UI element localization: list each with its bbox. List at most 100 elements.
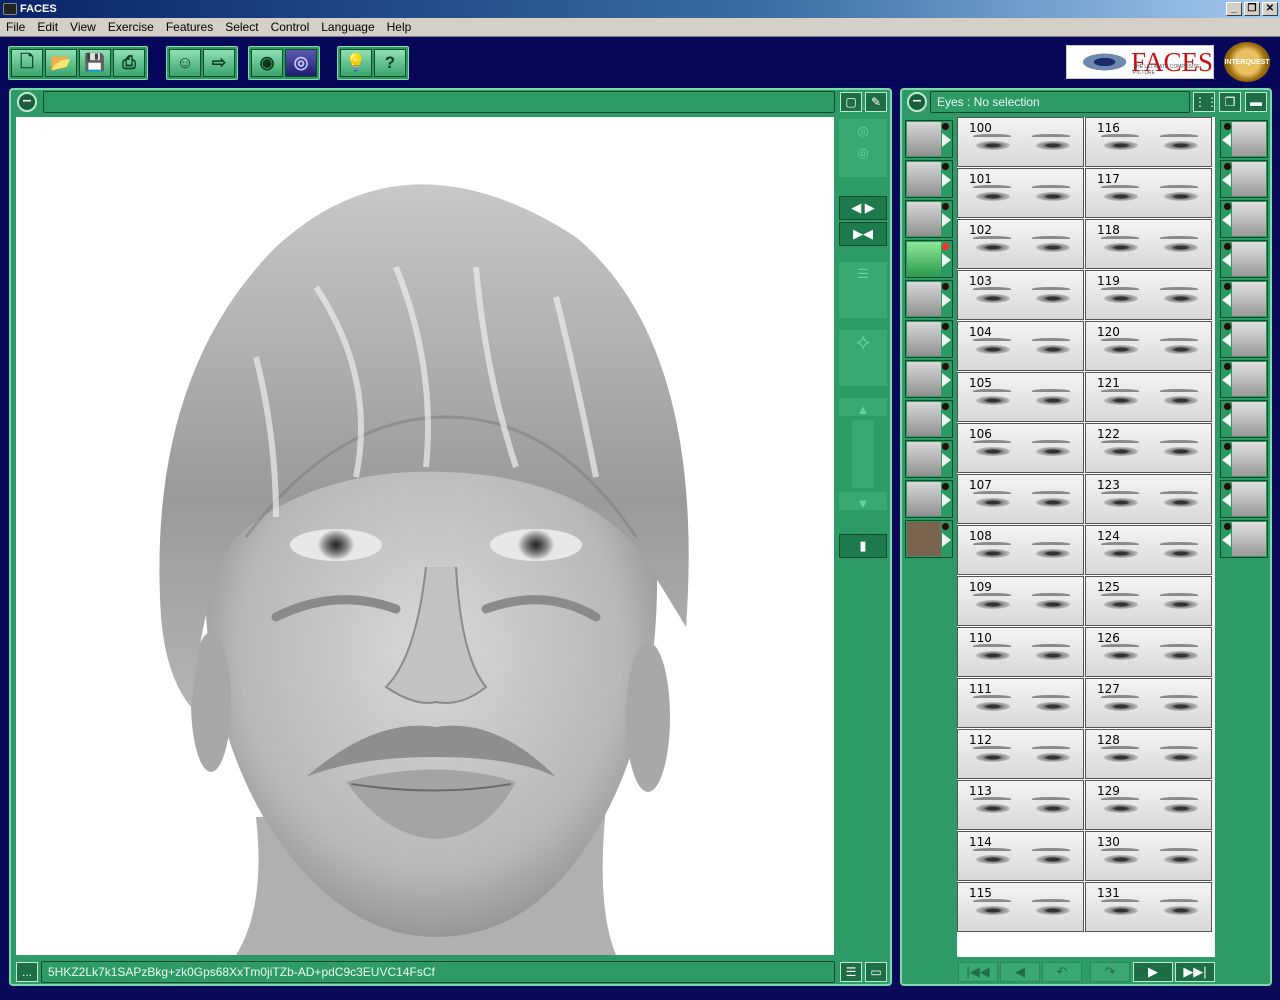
collapse-right-button[interactable]: – xyxy=(907,92,927,112)
more-button[interactable]: ... xyxy=(16,962,38,982)
pen-icon[interactable]: ✎ xyxy=(865,92,887,112)
arrow-left-icon[interactable] xyxy=(1222,493,1231,507)
eye-option-126[interactable]: 126 xyxy=(1085,627,1212,677)
arrow-right-icon[interactable] xyxy=(942,133,951,147)
hair-feature[interactable] xyxy=(905,120,953,158)
eye-option-102[interactable]: 102 xyxy=(957,219,1084,269)
eye-option-123[interactable]: 123 xyxy=(1085,474,1212,524)
glasses-accessory[interactable] xyxy=(1220,360,1268,398)
arrow-left-icon[interactable] xyxy=(1222,293,1231,307)
nose-feature[interactable] xyxy=(905,280,953,318)
face-icon[interactable]: ☺ xyxy=(169,49,201,77)
eye-icon[interactable]: ◉ xyxy=(251,49,283,77)
lips-detail-accessory[interactable] xyxy=(1220,120,1268,158)
eye-option-108[interactable]: 108 xyxy=(957,525,1084,575)
eye-option-122[interactable]: 122 xyxy=(1085,423,1212,473)
tattoo-accessory[interactable] xyxy=(1220,520,1268,558)
list-icon[interactable]: ☰ xyxy=(840,962,862,982)
eye-option-113[interactable]: 113 xyxy=(957,780,1084,830)
collapse-left-button[interactable]: – xyxy=(17,92,37,112)
eyes-feature[interactable] xyxy=(905,240,953,278)
arrow-right-icon[interactable] xyxy=(942,373,951,387)
eye-option-115[interactable]: 115 xyxy=(957,882,1084,932)
first-page-button[interactable]: |◀◀ xyxy=(958,962,998,982)
arrow-right-icon[interactable] xyxy=(942,293,951,307)
eye-option-111[interactable]: 111 xyxy=(957,678,1084,728)
hint-icon[interactable]: 💡 xyxy=(340,49,372,77)
eye-option-112[interactable]: 112 xyxy=(957,729,1084,779)
help-icon[interactable]: ? xyxy=(374,49,406,77)
arrow-left-icon[interactable] xyxy=(1222,213,1231,227)
arrow-left-icon[interactable] xyxy=(1222,333,1231,347)
arrow-right-icon[interactable] xyxy=(942,413,951,427)
eye-option-107[interactable]: 107 xyxy=(957,474,1084,524)
eyebrows-feature[interactable] xyxy=(905,200,953,238)
eye-option-116[interactable]: 116 xyxy=(1085,117,1212,167)
eye-option-104[interactable]: 104 xyxy=(957,321,1084,371)
eye-option-109[interactable]: 109 xyxy=(957,576,1084,626)
eye-hidden-icon[interactable]: ◎ xyxy=(285,49,317,77)
menu-edit[interactable]: Edit xyxy=(31,20,64,34)
scar-accessory[interactable] xyxy=(1220,440,1268,478)
open-icon[interactable]: 📂 xyxy=(45,49,77,77)
eye-option-130[interactable]: 130 xyxy=(1085,831,1212,881)
arrow-right-icon[interactable] xyxy=(942,493,951,507)
goatee-feature[interactable] xyxy=(905,480,953,518)
eye-option-119[interactable]: 119 xyxy=(1085,270,1212,320)
arrow-right-icon[interactable] xyxy=(942,533,951,547)
teeth-accessory[interactable] xyxy=(1220,240,1268,278)
skin-color-feature[interactable] xyxy=(905,520,953,558)
eye-option-117[interactable]: 117 xyxy=(1085,168,1212,218)
monitor-icon[interactable]: ▢ xyxy=(840,92,862,112)
close-button[interactable]: ✕ xyxy=(1262,2,1278,16)
next-page-button[interactable]: ▶ xyxy=(1133,962,1173,982)
eye-option-129[interactable]: 129 xyxy=(1085,780,1212,830)
eye-option-124[interactable]: 124 xyxy=(1085,525,1212,575)
eye-option-131[interactable]: 131 xyxy=(1085,882,1212,932)
new-icon[interactable]: 🗋 xyxy=(11,49,43,77)
card-icon[interactable]: ▭ xyxy=(865,962,887,982)
arrow-left-icon[interactable] xyxy=(1222,373,1231,387)
export-icon[interactable]: ⇨ xyxy=(203,49,235,77)
eye-option-118[interactable]: 118 xyxy=(1085,219,1212,269)
eye-option-103[interactable]: 103 xyxy=(957,270,1084,320)
arrow-left-icon[interactable] xyxy=(1222,133,1231,147)
lips-open-accessory[interactable] xyxy=(1220,160,1268,198)
arrow-right-icon[interactable] xyxy=(942,213,951,227)
menu-exercise[interactable]: Exercise xyxy=(102,20,160,34)
eye-option-100[interactable]: 100 xyxy=(957,117,1084,167)
arrow-right-icon[interactable] xyxy=(942,253,951,267)
lips-feature[interactable] xyxy=(905,320,953,358)
arrow-left-icon[interactable] xyxy=(1222,173,1231,187)
last-page-button[interactable]: ▶▶| xyxy=(1175,962,1215,982)
move-horizontal-button[interactable]: ◀ ▶ xyxy=(839,196,887,220)
arrow-right-icon[interactable] xyxy=(942,453,951,467)
eye-option-121[interactable]: 121 xyxy=(1085,372,1212,422)
menu-view[interactable]: View xyxy=(64,20,102,34)
arrow-right-icon[interactable] xyxy=(942,333,951,347)
head-shape-feature[interactable] xyxy=(905,160,953,198)
eye-option-120[interactable]: 120 xyxy=(1085,321,1212,371)
menu-select[interactable]: Select xyxy=(219,20,264,34)
save-icon[interactable]: 💾 xyxy=(79,49,111,77)
menu-features[interactable]: Features xyxy=(160,20,219,34)
chin-feature[interactable] xyxy=(905,360,953,398)
eye-option-114[interactable]: 114 xyxy=(957,831,1084,881)
print-icon[interactable]: ⎙ xyxy=(113,49,145,77)
restore-button[interactable]: ❐ xyxy=(1244,2,1260,16)
arrow-left-icon[interactable] xyxy=(1222,453,1231,467)
arrow-left-icon[interactable] xyxy=(1222,413,1231,427)
arrow-right-icon[interactable] xyxy=(942,173,951,187)
hat-accessory[interactable] xyxy=(1220,320,1268,358)
eye-option-105[interactable]: 105 xyxy=(957,372,1084,422)
mole-accessory[interactable] xyxy=(1220,400,1268,438)
resize-horizontal-button[interactable]: ▶◀ xyxy=(839,222,887,246)
menu-help[interactable]: Help xyxy=(381,20,418,34)
compare-icon[interactable]: ❐ xyxy=(1219,92,1241,112)
folder-icon[interactable]: ▬ xyxy=(1245,92,1267,112)
menu-file[interactable]: File xyxy=(0,20,31,34)
smile-accessory[interactable] xyxy=(1220,200,1268,238)
composite-canvas[interactable] xyxy=(16,117,834,955)
composite-code-field[interactable]: 5HKZ2Lk7k1SAPzBkg+zk0Gps68XxTm0jiTZb-AD+… xyxy=(41,961,835,983)
menu-language[interactable]: Language xyxy=(315,20,380,34)
